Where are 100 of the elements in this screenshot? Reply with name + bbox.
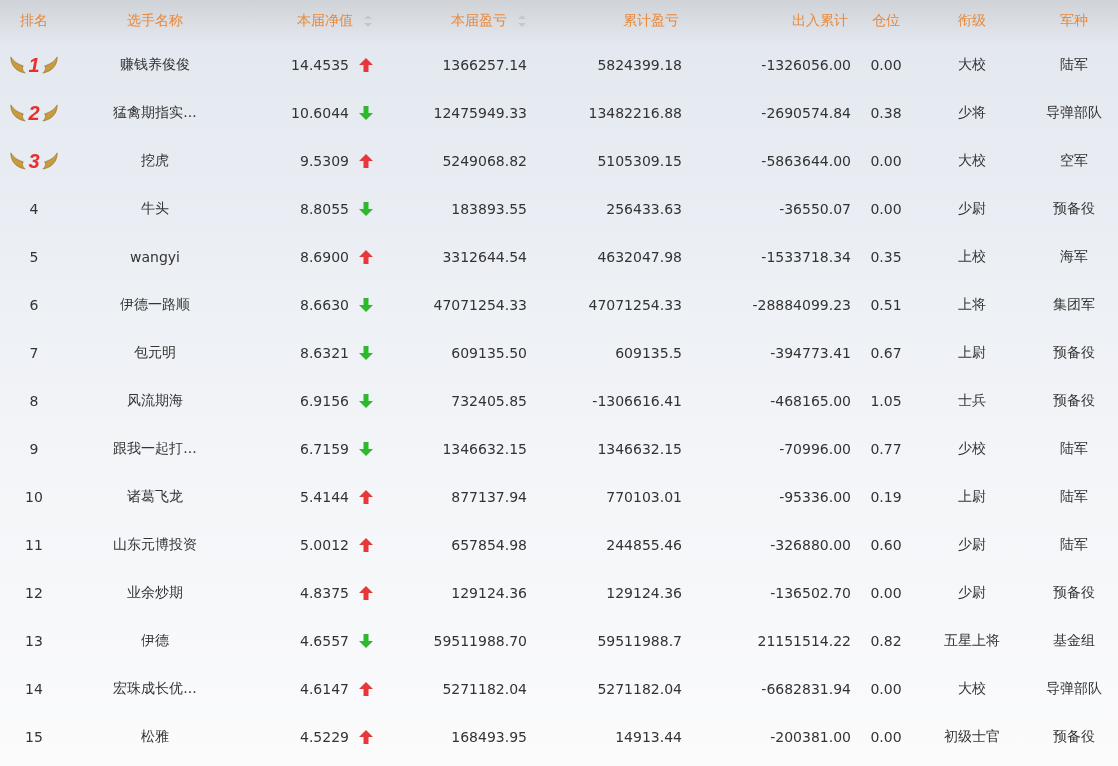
period-profit: 3312644.54: [442, 249, 527, 265]
branch-name: 集团军: [1053, 296, 1095, 314]
position-ratio: 0.00: [870, 153, 902, 169]
player-name: 山东元博投资: [113, 536, 197, 554]
position-ratio: 0.35: [870, 249, 902, 265]
rank-number: 13: [25, 633, 43, 649]
wing-medal-badge: 1: [9, 53, 59, 77]
rank-title: 初级士官: [944, 728, 1000, 746]
sort-icon[interactable]: [517, 13, 527, 28]
cash-flow: -95336.00: [779, 489, 851, 505]
rank-number: 10: [25, 489, 43, 505]
rank-number: 7: [29, 345, 39, 361]
player-name: 诸葛飞龙: [127, 488, 183, 506]
column-header: 选手名称: [127, 11, 183, 30]
player-name: 跟我一起打...: [113, 440, 197, 458]
branch-name: 导弹部队: [1046, 680, 1102, 698]
cash-flow: -394773.41: [770, 345, 851, 361]
position-ratio: 0.00: [870, 201, 902, 217]
net-value: 8.6630: [300, 297, 349, 313]
period-profit: 12475949.33: [433, 105, 527, 121]
total-profit: 47071254.33: [588, 297, 682, 313]
rank-title: 少尉: [958, 200, 986, 218]
position-ratio: 0.00: [870, 57, 902, 73]
cash-flow: -6682831.94: [761, 681, 851, 697]
cash-flow: -70996.00: [779, 441, 851, 457]
total-profit: -1306616.41: [592, 393, 682, 409]
rank-number: 4: [29, 201, 39, 217]
rank-title: 大校: [958, 56, 986, 74]
period-profit: 657854.98: [451, 537, 527, 553]
column-header[interactable]: 本届净值: [297, 11, 353, 30]
position-ratio: 0.67: [870, 345, 902, 361]
rank-number: 11: [25, 537, 43, 553]
rank-title: 少将: [958, 104, 986, 122]
branch-name: 海军: [1060, 248, 1088, 266]
rank-title: 士兵: [958, 392, 986, 410]
cash-flow: -28884099.23: [752, 297, 851, 313]
column-header: 军种: [1060, 11, 1088, 30]
net-value: 4.5229: [300, 729, 349, 745]
period-profit: 877137.94: [451, 489, 527, 505]
position-ratio: 0.00: [870, 681, 902, 697]
sort-icon[interactable]: [363, 13, 373, 28]
net-value: 4.6557: [300, 633, 349, 649]
total-profit: 244855.46: [606, 537, 682, 553]
column-header[interactable]: 本届盈亏: [451, 11, 507, 30]
player-name: 业余炒期: [127, 584, 183, 602]
total-profit: 256433.63: [606, 201, 682, 217]
player-name: 挖虎: [141, 152, 169, 170]
period-profit: 168493.95: [451, 729, 527, 745]
rank-title: 大校: [958, 680, 986, 698]
column-header: 衔级: [958, 11, 986, 30]
rank-title: 上尉: [958, 344, 986, 362]
total-profit: 1346632.15: [597, 441, 682, 457]
period-profit: 1346632.15: [442, 441, 527, 457]
rank-title: 上校: [958, 248, 986, 266]
wing-medal-badge: 2: [9, 101, 59, 125]
rank-number: 15: [25, 729, 43, 745]
net-value: 8.6321: [300, 345, 349, 361]
column-header: 仓位: [872, 11, 900, 30]
position-ratio: 0.60: [870, 537, 902, 553]
rank-title: 少校: [958, 440, 986, 458]
total-profit: 59511988.7: [597, 633, 682, 649]
rank-title: 上将: [958, 296, 986, 314]
branch-name: 陆军: [1060, 440, 1088, 458]
position-ratio: 0.77: [870, 441, 902, 457]
rank-title: 上尉: [958, 488, 986, 506]
period-profit: 1366257.14: [442, 57, 527, 73]
total-profit: 5271182.04: [597, 681, 682, 697]
net-value: 10.6044: [291, 105, 349, 121]
period-profit: 5271182.04: [442, 681, 527, 697]
branch-name: 预备役: [1053, 200, 1095, 218]
total-profit: 13482216.88: [588, 105, 682, 121]
column-header: 出入累计: [792, 11, 848, 30]
net-value: 4.6147: [300, 681, 349, 697]
period-profit: 5249068.82: [442, 153, 527, 169]
cash-flow: -200381.00: [770, 729, 851, 745]
position-ratio: 0.38: [870, 105, 902, 121]
player-name: 伊德一路顺: [120, 296, 190, 314]
branch-name: 预备役: [1053, 392, 1095, 410]
net-value: 6.7159: [300, 441, 349, 457]
net-value: 8.6900: [300, 249, 349, 265]
rank-title: 五星上将: [944, 632, 1000, 650]
cash-flow: -5863644.00: [761, 153, 851, 169]
net-value: 8.8055: [300, 201, 349, 217]
rank-title: 少尉: [958, 536, 986, 554]
player-name: 猛禽期指实...: [113, 104, 197, 122]
branch-name: 陆军: [1060, 56, 1088, 74]
rank-title: 少尉: [958, 584, 986, 602]
branch-name: 预备役: [1053, 344, 1095, 362]
player-name: 松雅: [141, 728, 169, 746]
branch-name: 导弹部队: [1046, 104, 1102, 122]
position-ratio: 0.82: [870, 633, 902, 649]
branch-name: 预备役: [1053, 584, 1095, 602]
player-name: wangyi: [130, 249, 180, 265]
player-name: 赚钱养俊俊: [120, 56, 190, 74]
net-value: 5.4144: [300, 489, 349, 505]
wing-medal-badge: 3: [9, 149, 59, 173]
cash-flow: -1326056.00: [761, 57, 851, 73]
period-profit: 609135.50: [451, 345, 527, 361]
period-profit: 129124.36: [451, 585, 527, 601]
player-name: 牛头: [141, 200, 169, 218]
